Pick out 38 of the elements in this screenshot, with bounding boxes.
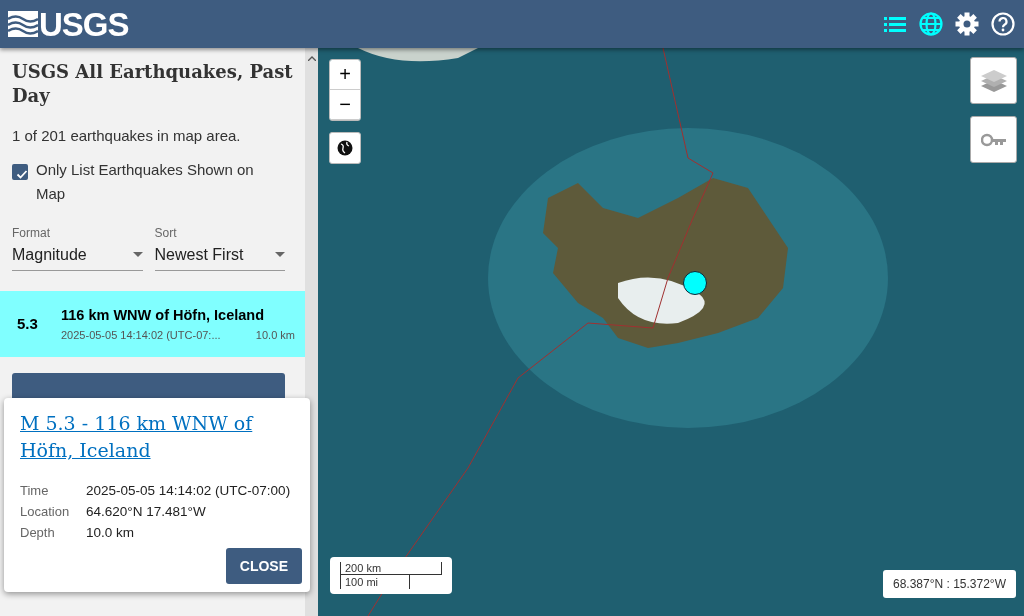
field-value: 64.620°N 17.481°W: [86, 504, 207, 520]
layers-button[interactable]: [970, 57, 1017, 104]
checkbox-label: Only List Earthquakes Shown on Map: [36, 159, 255, 204]
cursor-coordinates: 68.387°N : 15.372°W: [883, 570, 1016, 598]
field-label: Time: [20, 483, 50, 499]
legend-button[interactable]: [970, 116, 1017, 163]
caret-icon: [132, 252, 143, 258]
settings-icon[interactable]: [954, 11, 980, 37]
caret-icon: [275, 252, 285, 258]
scale-label: 200 km: [340, 562, 442, 575]
select-label: Sort: [154, 225, 178, 240]
world-view-button[interactable]: [329, 132, 361, 164]
waves-logo-icon: [8, 11, 38, 37]
logo-text: USGS: [39, 7, 129, 41]
field-value: 2025-05-05 14:14:02 (UTC-07:00): [86, 483, 292, 499]
select-label: Format: [12, 225, 51, 240]
magnitude: 5.3: [17, 315, 39, 333]
key-icon: [980, 132, 1007, 147]
scroll-up-icon: [307, 56, 316, 61]
field-label: Depth: [20, 525, 56, 541]
layers-icon: [979, 67, 1008, 94]
select-dropdown[interactable]: Newest First: [154, 245, 285, 271]
select-dropdown[interactable]: Magnitude: [12, 245, 143, 271]
sidebar-title: USGS All Earthquakes, Past Day: [12, 60, 293, 109]
event-depth: 10.0 km: [255, 328, 295, 341]
event-title-link[interactable]: M 5.3 - 116 km WNW of Höfn, Iceland: [20, 410, 302, 464]
field-label: Location: [20, 504, 71, 520]
field-value: 10.0 km: [86, 525, 136, 541]
event-time: 2025-05-05 14:14:02 (UTC-07:...: [61, 328, 221, 341]
scale-label: 100 mi: [340, 575, 410, 589]
earthquake-count: 1 of 201 earthquakes in map area.: [12, 126, 242, 144]
place-name: 116 km WNW of Höfn, Iceland: [61, 306, 266, 323]
zoom-out-button[interactable]: −: [330, 90, 360, 120]
zoom-in-button[interactable]: +: [330, 60, 360, 90]
checkbox[interactable]: [12, 163, 28, 180]
earthquake-list-item[interactable]: 5.3 116 km WNW of Höfn, Iceland 2025-05-05 14:14:02 (UTC-07:... 10.0 km: [0, 290, 305, 357]
help-icon[interactable]: [990, 11, 1016, 37]
close-button[interactable]: CLOSE: [225, 548, 302, 585]
